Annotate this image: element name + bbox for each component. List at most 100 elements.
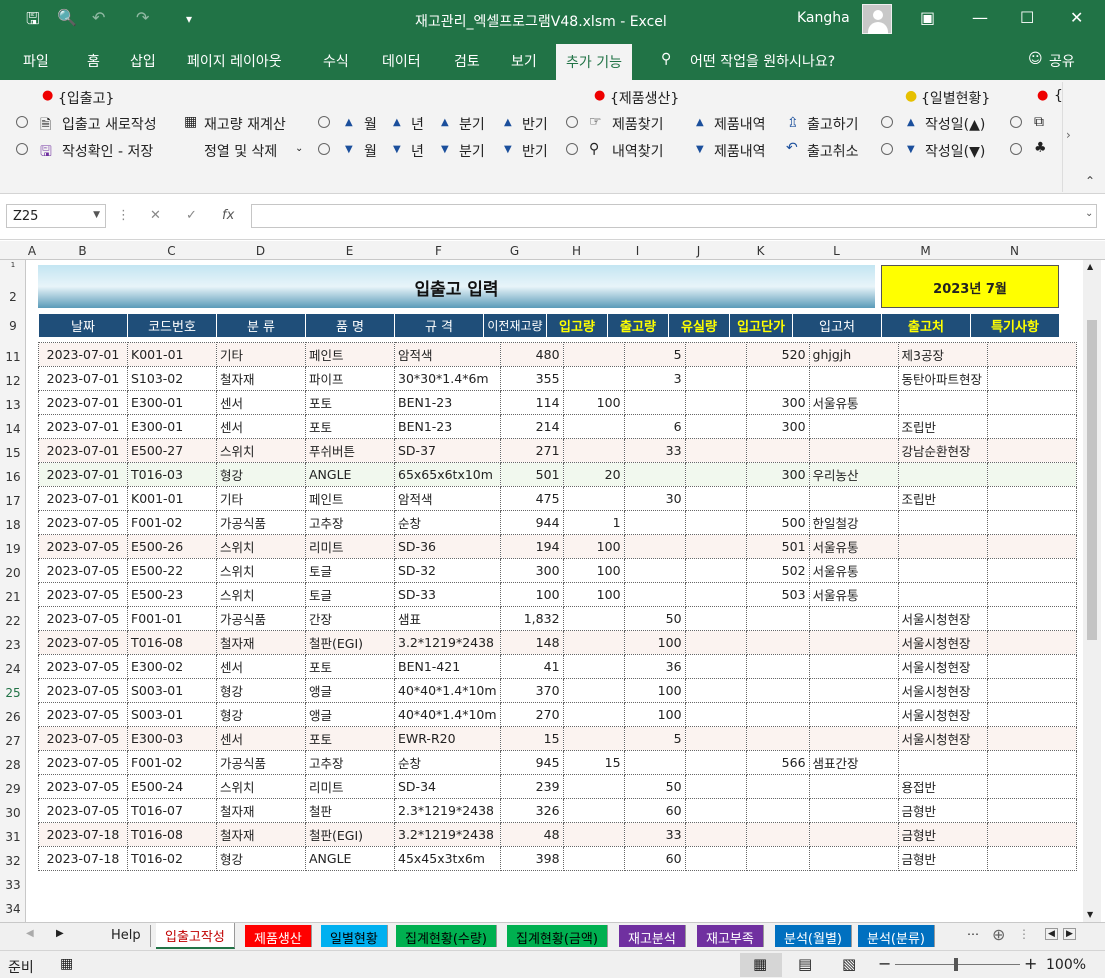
ribbon-display-icon[interactable]: ▣	[920, 8, 935, 27]
release-button[interactable]: 출고하기	[807, 114, 859, 134]
cell-in-qty[interactable]	[562, 414, 625, 439]
cell-destination[interactable]: 금형반	[897, 822, 988, 847]
cell-unit-price[interactable]	[745, 822, 810, 847]
cell-destination[interactable]: 서울시청현장	[897, 678, 988, 703]
new-entry-button[interactable]: 입출고 새로작성	[62, 114, 157, 134]
cell-prev-stock[interactable]: 326	[499, 798, 564, 823]
row-header[interactable]: 31	[0, 830, 26, 844]
cell-spec[interactable]: EWR-R20	[394, 726, 501, 751]
cell-category[interactable]: 센서	[216, 654, 306, 679]
cell-spec[interactable]: SD-37	[394, 438, 501, 463]
cell-supplier[interactable]	[808, 654, 899, 679]
cell-prev-stock[interactable]: 194	[499, 534, 564, 559]
share-button[interactable]: 공유	[1049, 51, 1075, 71]
function-icon[interactable]: fx	[222, 208, 234, 223]
cell-supplier[interactable]	[808, 606, 899, 631]
cell-loss-qty[interactable]	[684, 678, 747, 703]
cell-code[interactable]: S103-02	[127, 366, 217, 391]
cell-out-qty[interactable]: 5	[623, 726, 686, 751]
cell-code[interactable]: E500-27	[127, 438, 217, 463]
cell-unit-price[interactable]	[745, 846, 810, 871]
header-in-qty[interactable]: 입고량	[546, 313, 608, 338]
cell-supplier[interactable]: 서울유통	[808, 582, 899, 607]
col-d[interactable]: D	[216, 244, 305, 258]
row-header[interactable]: 17	[0, 494, 26, 508]
close-button[interactable]: ✕	[1070, 8, 1083, 27]
header-prev-stock[interactable]: 이전재고량	[483, 313, 547, 338]
row-header[interactable]: 18	[0, 518, 26, 532]
cell-destination[interactable]: 서울시청현장	[897, 606, 988, 631]
scroll-down-icon[interactable]: ▼	[1087, 910, 1093, 919]
cell-supplier[interactable]	[808, 630, 899, 655]
radio-new-entry[interactable]	[16, 115, 28, 131]
scroll-thumb[interactable]	[1087, 320, 1097, 640]
cell-in-qty[interactable]	[562, 822, 625, 847]
cell-date[interactable]: 2023-07-05	[38, 774, 128, 799]
cell-in-qty[interactable]: 1	[562, 510, 625, 535]
row-header[interactable]: 32	[0, 854, 26, 868]
cell-out-qty[interactable]	[623, 534, 686, 559]
cell-loss-qty[interactable]	[684, 702, 747, 727]
tab-view[interactable]: 보기	[511, 51, 537, 71]
cell-category[interactable]: 스위치	[216, 774, 306, 799]
print-preview-icon[interactable]: 🔍	[57, 8, 77, 27]
cell-date[interactable]: 2023-07-18	[38, 822, 128, 847]
col-l[interactable]: L	[792, 244, 881, 258]
sheet-tab[interactable]: 일별현황	[321, 925, 388, 947]
cell-out-qty[interactable]: 33	[623, 438, 686, 463]
zoom-level[interactable]: 100%	[1046, 957, 1086, 973]
cell-unit-price[interactable]	[745, 774, 810, 799]
header-supplier[interactable]: 입고처	[792, 313, 882, 338]
cell-prev-stock[interactable]: 100	[499, 582, 564, 607]
header-spec[interactable]: 규 격	[394, 313, 484, 338]
cell-prev-stock[interactable]: 398	[499, 846, 564, 871]
cell-date[interactable]: 2023-07-05	[38, 558, 128, 583]
new-sheet-icon[interactable]: ⊕	[992, 925, 1005, 944]
cell-notes[interactable]	[986, 822, 1077, 847]
radio-date-desc[interactable]	[881, 142, 893, 158]
cell-unit-price[interactable]: 300	[745, 462, 810, 487]
cell-category[interactable]: 철자재	[216, 822, 306, 847]
sort-delete-dropdown[interactable]: 정열 및 삭제	[204, 141, 277, 161]
cell-supplier[interactable]	[808, 702, 899, 727]
tab-file[interactable]: 파일	[23, 51, 49, 71]
cell-spec[interactable]: 45x45x3tx6m	[394, 846, 501, 871]
col-c[interactable]: C	[127, 244, 216, 258]
cell-category[interactable]: 가공식품	[216, 750, 306, 775]
chevron-right-icon[interactable]: ›	[1066, 128, 1071, 142]
cell-out-qty[interactable]	[623, 750, 686, 775]
cell-spec[interactable]: 2.3*1219*2438	[394, 798, 501, 823]
row-header[interactable]: 30	[0, 806, 26, 820]
col-g[interactable]: G	[483, 244, 546, 258]
cell-item[interactable]: ANGLE	[305, 846, 395, 871]
cell-loss-qty[interactable]	[684, 846, 747, 871]
cell-date[interactable]: 2023-07-01	[38, 342, 128, 367]
cell-supplier[interactable]: 한일철강	[808, 510, 899, 535]
cell-category[interactable]: 철자재	[216, 366, 306, 391]
cell-spec[interactable]: 순창	[394, 750, 501, 775]
cell-loss-qty[interactable]	[684, 390, 747, 415]
zoom-out-icon[interactable]: −	[878, 954, 891, 973]
customize-toolbar-icon[interactable]: ▾	[186, 12, 192, 26]
macro-record-icon[interactable]: ▦	[60, 956, 73, 972]
cell-date[interactable]: 2023-07-05	[38, 534, 128, 559]
sort-year-down[interactable]: 년	[411, 141, 424, 161]
header-category[interactable]: 분 류	[216, 313, 306, 338]
cell-item[interactable]: ANGLE	[305, 462, 395, 487]
recalc-button[interactable]: 재고량 재계산	[204, 114, 286, 134]
cell-loss-qty[interactable]	[684, 558, 747, 583]
cell-unit-price[interactable]: 501	[745, 534, 810, 559]
radio-date-asc[interactable]	[881, 115, 893, 131]
cell-out-qty[interactable]: 50	[623, 774, 686, 799]
cell-out-qty[interactable]: 60	[623, 798, 686, 823]
cell-category[interactable]: 형강	[216, 462, 306, 487]
cell-prev-stock[interactable]: 370	[499, 678, 564, 703]
sheet-tab[interactable]: 집계현황(수량)	[396, 925, 497, 947]
cell-unit-price[interactable]	[745, 438, 810, 463]
cell-item[interactable]: 포토	[305, 726, 395, 751]
cell-prev-stock[interactable]: 48	[499, 822, 564, 847]
sheet-tab[interactable]: 재고분석	[619, 925, 686, 947]
cell-in-qty[interactable]: 15	[562, 750, 625, 775]
cell-spec[interactable]: BEN1-23	[394, 390, 501, 415]
tab-add-ins[interactable]: 추가 기능	[556, 44, 632, 80]
